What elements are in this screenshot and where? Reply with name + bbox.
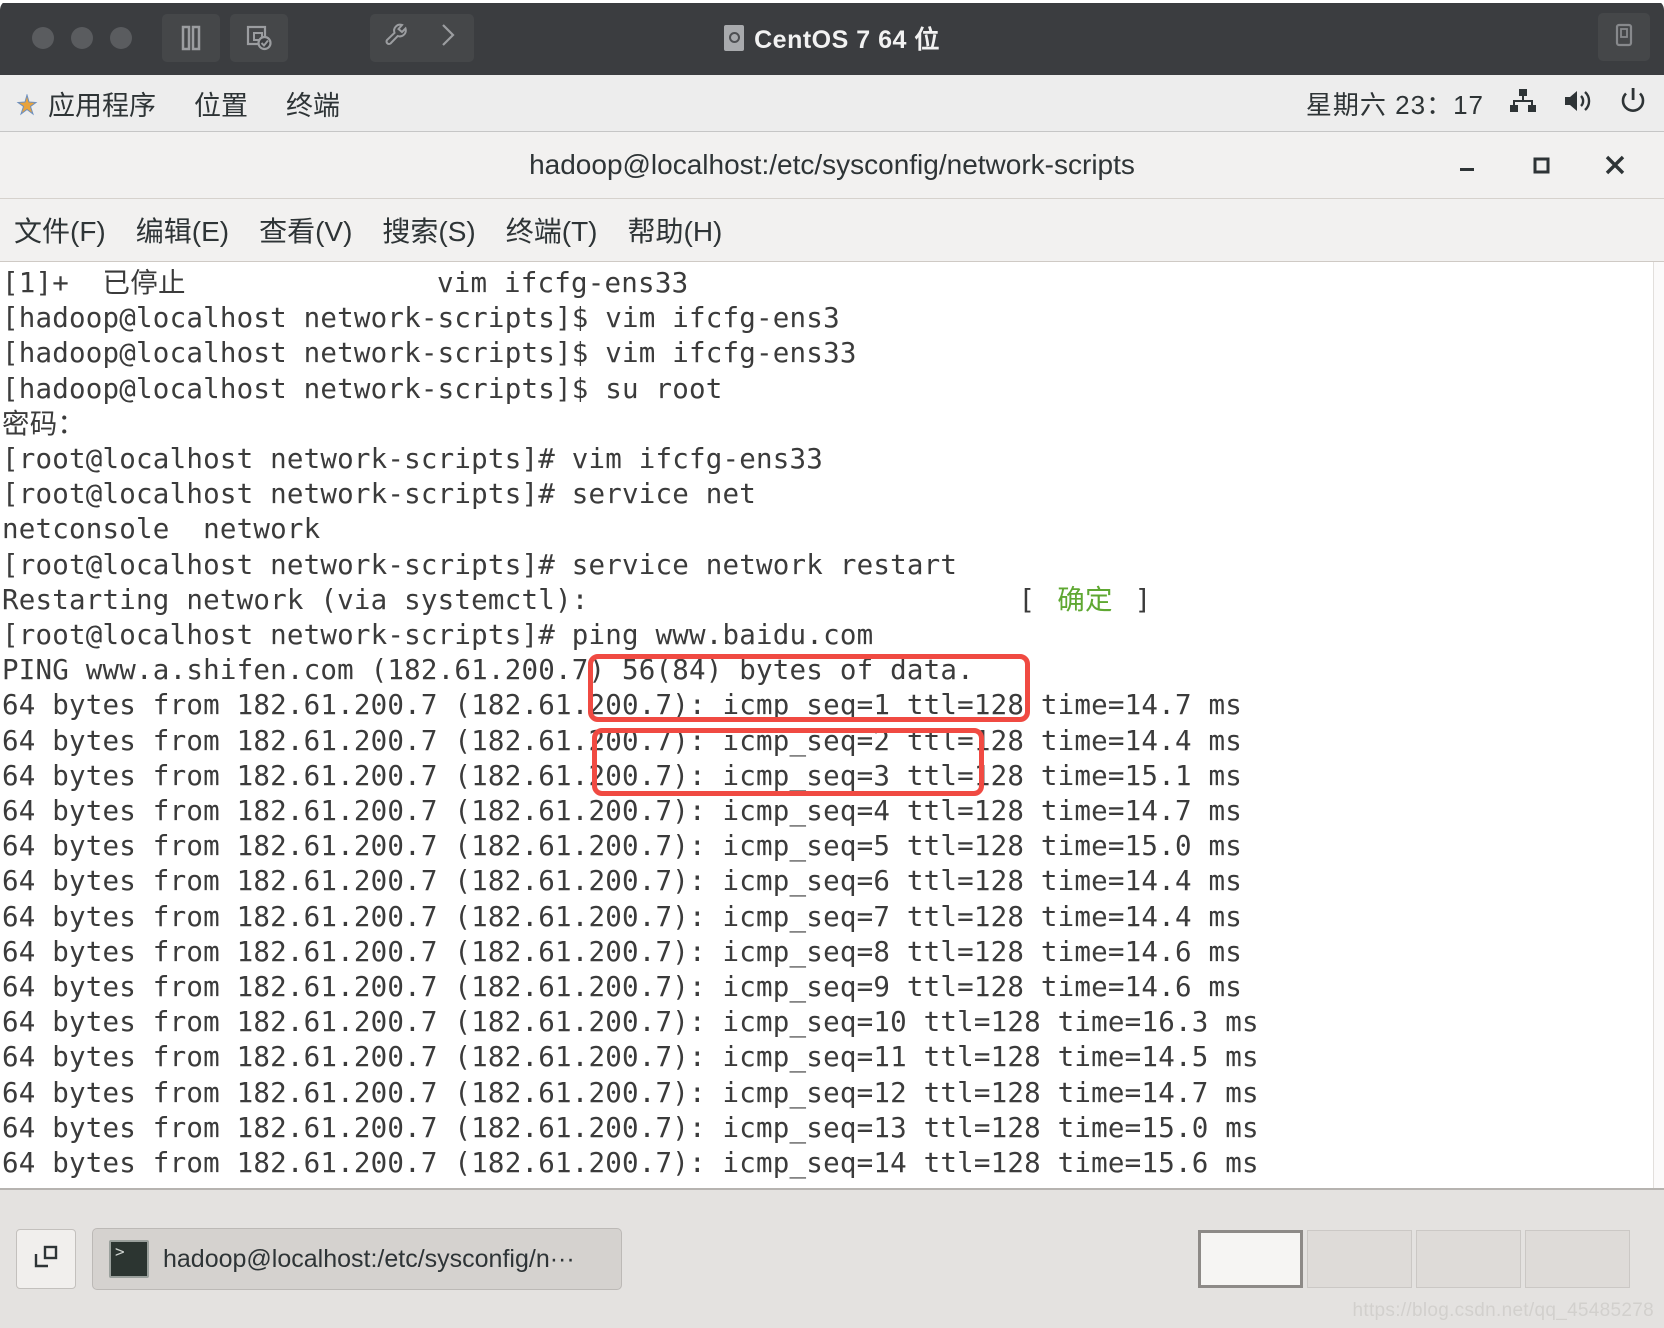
show-desktop-button[interactable] — [16, 1229, 76, 1289]
applications-menu[interactable]: 应用程序 — [16, 84, 156, 123]
terminal-line: 64 bytes from 182.61.200.7 (182.61.200.7… — [2, 971, 1242, 1004]
applications-menu-label: 应用程序 — [48, 90, 156, 121]
workspace-4[interactable] — [1525, 1230, 1630, 1288]
expand-button[interactable] — [422, 14, 474, 62]
terminal-line: 64 bytes from 182.61.200.7 (182.61.200.7… — [2, 1006, 1259, 1039]
terminal-line: 密码： — [2, 407, 86, 440]
traffic-lights — [32, 26, 132, 49]
vm-controls-group — [162, 13, 288, 62]
gnome-top-panel: 应用程序 位置 终端 星期六 23：17 — [0, 75, 1664, 132]
taskbar-window-label: hadoop@localhost:/etc/sysconfig/n··· — [163, 1244, 575, 1273]
restarting-text: Restarting network (via systemctl): — [2, 583, 589, 616]
pause-icon — [179, 24, 203, 52]
menu-terminal[interactable]: 终端(T) — [506, 210, 598, 250]
network-icon[interactable] — [1508, 87, 1538, 120]
power-icon[interactable] — [1618, 86, 1648, 121]
workspace-3[interactable] — [1416, 1230, 1521, 1288]
terminal-scrollbar[interactable] — [1653, 262, 1664, 1188]
taskbar-window-button[interactable]: hadoop@localhost:/etc/sysconfig/n··· — [92, 1228, 622, 1290]
workspace-switcher — [1198, 1230, 1648, 1288]
terminal-line: 64 bytes from 182.61.200.7 (182.61.200.7… — [2, 689, 1242, 722]
terminal-line-service-restart: [root@localhost network-scripts]# servic… — [2, 548, 958, 581]
terminal-title: hadoop@localhost:/etc/sysconfig/network-… — [529, 149, 1135, 180]
terminal-titlebar[interactable]: hadoop@localhost:/etc/sysconfig/network-… — [0, 132, 1664, 199]
close-button[interactable] — [1600, 150, 1630, 180]
minimize-dot[interactable] — [71, 26, 93, 49]
terminal-line: [hadoop@localhost network-scripts]$ su r… — [2, 372, 723, 405]
terminal-line: [hadoop@localhost network-scripts]$ vim … — [2, 302, 840, 335]
terminal-window: hadoop@localhost:/etc/sysconfig/network-… — [0, 132, 1664, 1188]
document-icon — [724, 24, 745, 51]
terminal-icon — [109, 1240, 149, 1278]
volume-icon[interactable] — [1562, 87, 1594, 120]
terminal-line-restarting: Restarting network (via systemctl): [ 确定] — [2, 583, 1664, 618]
applications-icon — [16, 92, 38, 116]
terminal-line: 64 bytes from 182.61.200.7 (182.61.200.7… — [2, 1147, 1259, 1180]
menu-help[interactable]: 帮助(H) — [628, 210, 723, 250]
chevron-right-icon — [436, 20, 460, 55]
terminal-menu[interactable]: 终端 — [286, 84, 340, 123]
terminal-line: 64 bytes from 182.61.200.7 (182.61.200.7… — [2, 795, 1242, 828]
vm-title-text: CentOS 7 64 位 — [754, 25, 940, 54]
workspace-2[interactable] — [1307, 1230, 1412, 1288]
watermark: https://blog.csdn.net/qq_45485278 — [1352, 1300, 1654, 1321]
vm-titlebar: CentOS 7 64 位 — [0, 0, 1664, 75]
terminal-line-ping-command: [root@localhost network-scripts]# ping w… — [2, 619, 874, 652]
terminal-line: [hadoop@localhost network-scripts]$ vim … — [2, 337, 857, 370]
settings-button[interactable] — [370, 14, 422, 62]
terminal-line: [root@localhost network-scripts]# servic… — [2, 478, 757, 511]
terminal-line: 64 bytes from 182.61.200.7 (182.61.200.7… — [2, 1041, 1259, 1074]
pause-button[interactable] — [162, 13, 220, 62]
taskbar: hadoop@localhost:/etc/sysconfig/n··· htt… — [0, 1188, 1664, 1328]
places-menu-label: 位置 — [194, 90, 248, 121]
fullscreen-button[interactable] — [1598, 13, 1650, 61]
terminal-line: 64 bytes from 182.61.200.7 (182.61.200.7… — [2, 865, 1242, 898]
terminal-line: 64 bytes from 182.61.200.7 (182.61.200.7… — [2, 1111, 1259, 1144]
close-dot[interactable] — [32, 26, 54, 49]
terminal-menu-label: 终端 — [286, 90, 340, 121]
places-menu[interactable]: 位置 — [194, 84, 248, 123]
status-ok-bracket-close: ] — [1134, 583, 1152, 616]
terminal-line: 64 bytes from 182.61.200.7 (182.61.200.7… — [2, 935, 1242, 968]
terminal-line: PING www.a.shifen.com (182.61.200.7) 56(… — [2, 654, 974, 687]
terminal-line: 64 bytes from 182.61.200.7 (182.61.200.7… — [2, 900, 1242, 933]
terminal-window-controls — [1452, 150, 1664, 180]
windows-icon — [31, 1242, 61, 1277]
maximize-button[interactable] — [1526, 150, 1556, 180]
terminal-line: [root@localhost network-scripts]# vim if… — [2, 443, 824, 476]
panel-status-area: 星期六 23：17 — [1306, 85, 1648, 122]
status-ok-label: 确定 — [1057, 583, 1113, 616]
panel-clock[interactable]: 星期六 23：17 — [1306, 85, 1484, 122]
terminal-line: 64 bytes from 182.61.200.7 (182.61.200.7… — [2, 1076, 1259, 1109]
workspace-1[interactable] — [1198, 1230, 1303, 1288]
menu-search[interactable]: 搜索(S) — [382, 210, 475, 250]
menu-file[interactable]: 文件(F) — [14, 210, 106, 250]
terminal-output-area[interactable]: [1]+ 已停止 vim ifcfg-ens33 [hadoop@localho… — [0, 262, 1664, 1188]
zoom-dot[interactable] — [110, 26, 132, 49]
terminal-line: netconsole network — [2, 513, 321, 546]
snapshot-button[interactable] — [230, 13, 288, 62]
terminal-line: [1]+ 已停止 vim ifcfg-ens33 — [2, 267, 689, 299]
wrench-icon — [381, 20, 411, 55]
terminal-line: 64 bytes from 182.61.200.7 (182.61.200.7… — [2, 830, 1242, 863]
vm-tools-group — [370, 13, 474, 62]
terminal-menubar: 文件(F) 编辑(E) 查看(V) 搜索(S) 终端(T) 帮助(H) — [0, 199, 1664, 262]
unity-icon — [1611, 21, 1637, 54]
minimize-button[interactable] — [1452, 150, 1482, 180]
snapshot-icon — [245, 24, 273, 52]
menu-edit[interactable]: 编辑(E) — [136, 210, 229, 250]
menu-view[interactable]: 查看(V) — [259, 210, 352, 250]
terminal-line: 64 bytes from 182.61.200.7 (182.61.200.7… — [2, 724, 1242, 757]
status-ok-bracket-open: [ — [1018, 583, 1036, 616]
terminal-line: 64 bytes from 182.61.200.7 (182.61.200.7… — [2, 759, 1242, 792]
